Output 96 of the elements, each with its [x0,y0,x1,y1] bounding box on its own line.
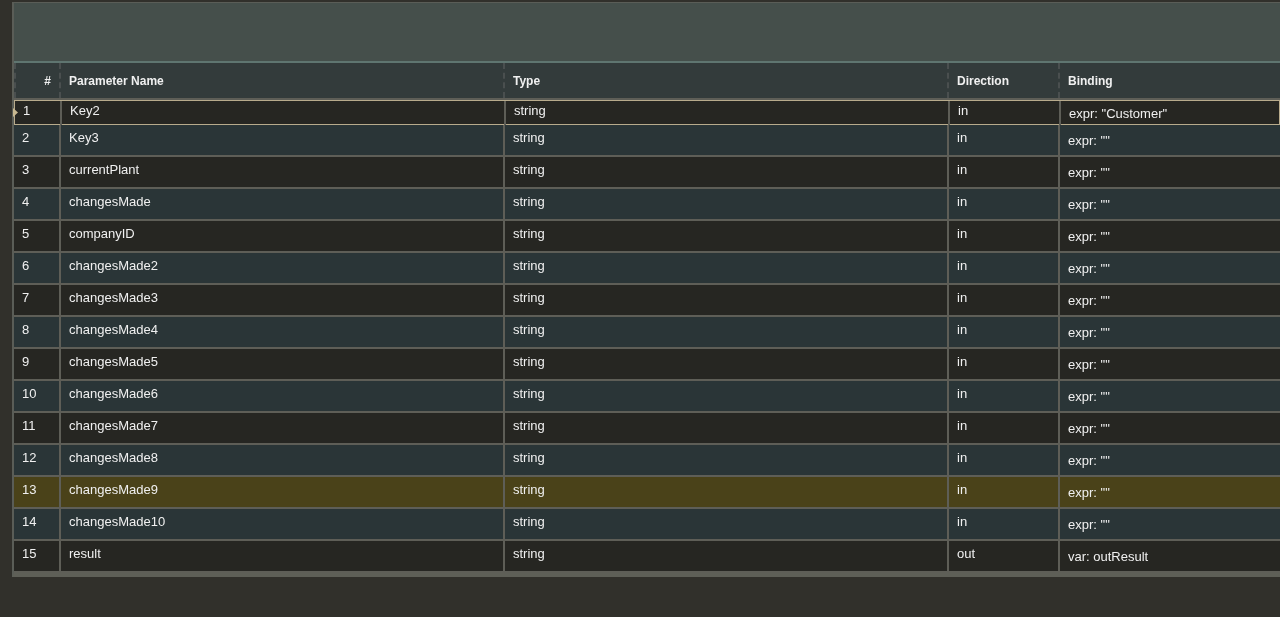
table-cell-text: string [513,193,545,212]
table-row[interactable]: 5 companyID string in expr: "" [14,221,1280,253]
table-row[interactable]: 6 changesMade2 string in expr: "" [14,253,1280,285]
current-row-icon [13,108,18,117]
table-cell-text: expr: "" [1068,356,1110,375]
table-cell-text: in [957,257,968,276]
column-header[interactable]: Direction [947,63,1058,98]
table-cell-text: in [957,513,968,532]
table-cell-text: string [513,225,545,244]
table-cell-text: expr: "" [1068,484,1110,503]
table-cell-text: string [513,289,545,308]
table-cell-text: string [513,449,545,468]
table-cell-text: expr: "" [1068,260,1110,279]
table-row[interactable]: 4 changesMade string in expr: "" [14,189,1280,221]
row-number: 10 [22,385,37,404]
table-cell-text: changesMade5 [69,353,158,372]
row-number: 7 [22,289,30,308]
table-row[interactable]: 12 changesMade8 string in expr: "" [14,445,1280,477]
table-row[interactable]: 1 Key2 string in expr: "Customer" [14,100,1280,125]
table-row[interactable]: 7 changesMade3 string in expr: "" [14,285,1280,317]
table-cell-text: string [513,161,545,180]
row-number: 8 [22,321,30,340]
table-row[interactable]: 14 changesMade10 string in expr: "" [14,509,1280,541]
table-cell-text: in [957,449,968,468]
table-cell-text: expr: "" [1068,420,1110,439]
row-number: 3 [22,161,30,180]
table-cell-text: string [513,321,545,340]
table-cell-text: in [957,385,968,404]
table-cell-text: out [957,545,976,564]
table-cell-text: string [513,353,545,372]
table-cell-text: string [514,102,546,120]
table-cell-text: result [69,545,101,564]
table-cell-text: in [958,102,969,120]
row-number: 4 [22,193,30,212]
table-cell-text: expr: "" [1068,196,1110,215]
table-cell-text: changesMade9 [69,481,158,500]
row-number: 15 [22,545,37,564]
table-cell-text: expr: "" [1068,388,1110,407]
row-number: 6 [22,257,30,276]
table-cell-text: string [513,481,545,500]
row-number: 2 [22,129,30,148]
column-header[interactable]: Binding [1058,63,1280,98]
table-cell-text: in [957,321,968,340]
table-row[interactable]: 15 result string out var: outResult [14,541,1280,573]
table-cell-text: string [513,417,545,436]
table-cell-text: changesMade4 [69,321,158,340]
table-row[interactable]: 8 changesMade4 string in expr: "" [14,317,1280,349]
table-cell-text: expr: "" [1068,324,1110,343]
table-cell-text: companyID [69,225,135,244]
table-cell-text: changesMade3 [69,289,158,308]
table-cell-text: in [957,225,968,244]
row-number: 9 [22,353,30,372]
table-cell-text: string [513,129,545,148]
column-header[interactable]: Parameter Name [59,63,503,98]
table-cell-text: expr: "" [1068,132,1110,151]
table-cell-text: changesMade [69,193,151,212]
column-header[interactable]: # [14,63,59,98]
row-number: 14 [22,513,37,532]
table-cell-text: changesMade2 [69,257,158,276]
table-row[interactable]: 10 changesMade6 string in expr: "" [14,381,1280,413]
table-cell-text: string [513,385,545,404]
table-cell-text: in [957,417,968,436]
table-row[interactable]: 9 changesMade5 string in expr: "" [14,349,1280,381]
table-cell-text: in [957,289,968,308]
row-number: 5 [22,225,30,244]
table-cell-text: expr: "Customer" [1069,105,1168,123]
table-cell-text: in [957,161,968,180]
table-cell-text: Key3 [69,129,99,148]
table-cell-text: Key2 [70,102,100,120]
table-cell-text: changesMade7 [69,417,158,436]
table-row[interactable]: 2 Key3 string in expr: "" [14,125,1280,157]
table-cell-text: string [513,513,545,532]
table-row[interactable]: 13 changesMade9 string in expr: "" [14,477,1280,509]
table-cell-text: expr: "" [1068,452,1110,471]
table-cell-text: expr: "" [1068,228,1110,247]
column-header[interactable]: Type [503,63,947,98]
row-number: 1 [23,102,31,120]
row-number: 12 [22,449,37,468]
table-cell-text: in [957,193,968,212]
table-cell-text: expr: "" [1068,292,1110,311]
table-cell-text: in [957,481,968,500]
table-cell-text: string [513,257,545,276]
table-row[interactable]: 3 currentPlant string in expr: "" [14,157,1280,189]
table-cell-text: expr: "" [1068,164,1110,183]
row-number: 13 [22,481,37,500]
table-cell-text: currentPlant [69,161,140,180]
table-cell-text: in [957,129,968,148]
table-cell-text: var: outResult [1068,548,1149,567]
row-number: 11 [22,417,36,436]
table-cell-text: changesMade10 [69,513,166,532]
table-cell-text: in [957,353,968,372]
table-cell-text: string [513,545,545,564]
table-cell-text: changesMade6 [69,385,158,404]
table-cell-text: changesMade8 [69,449,158,468]
table-row[interactable]: 11 changesMade7 string in expr: "" [14,413,1280,445]
table-cell-text: expr: "" [1068,516,1110,535]
